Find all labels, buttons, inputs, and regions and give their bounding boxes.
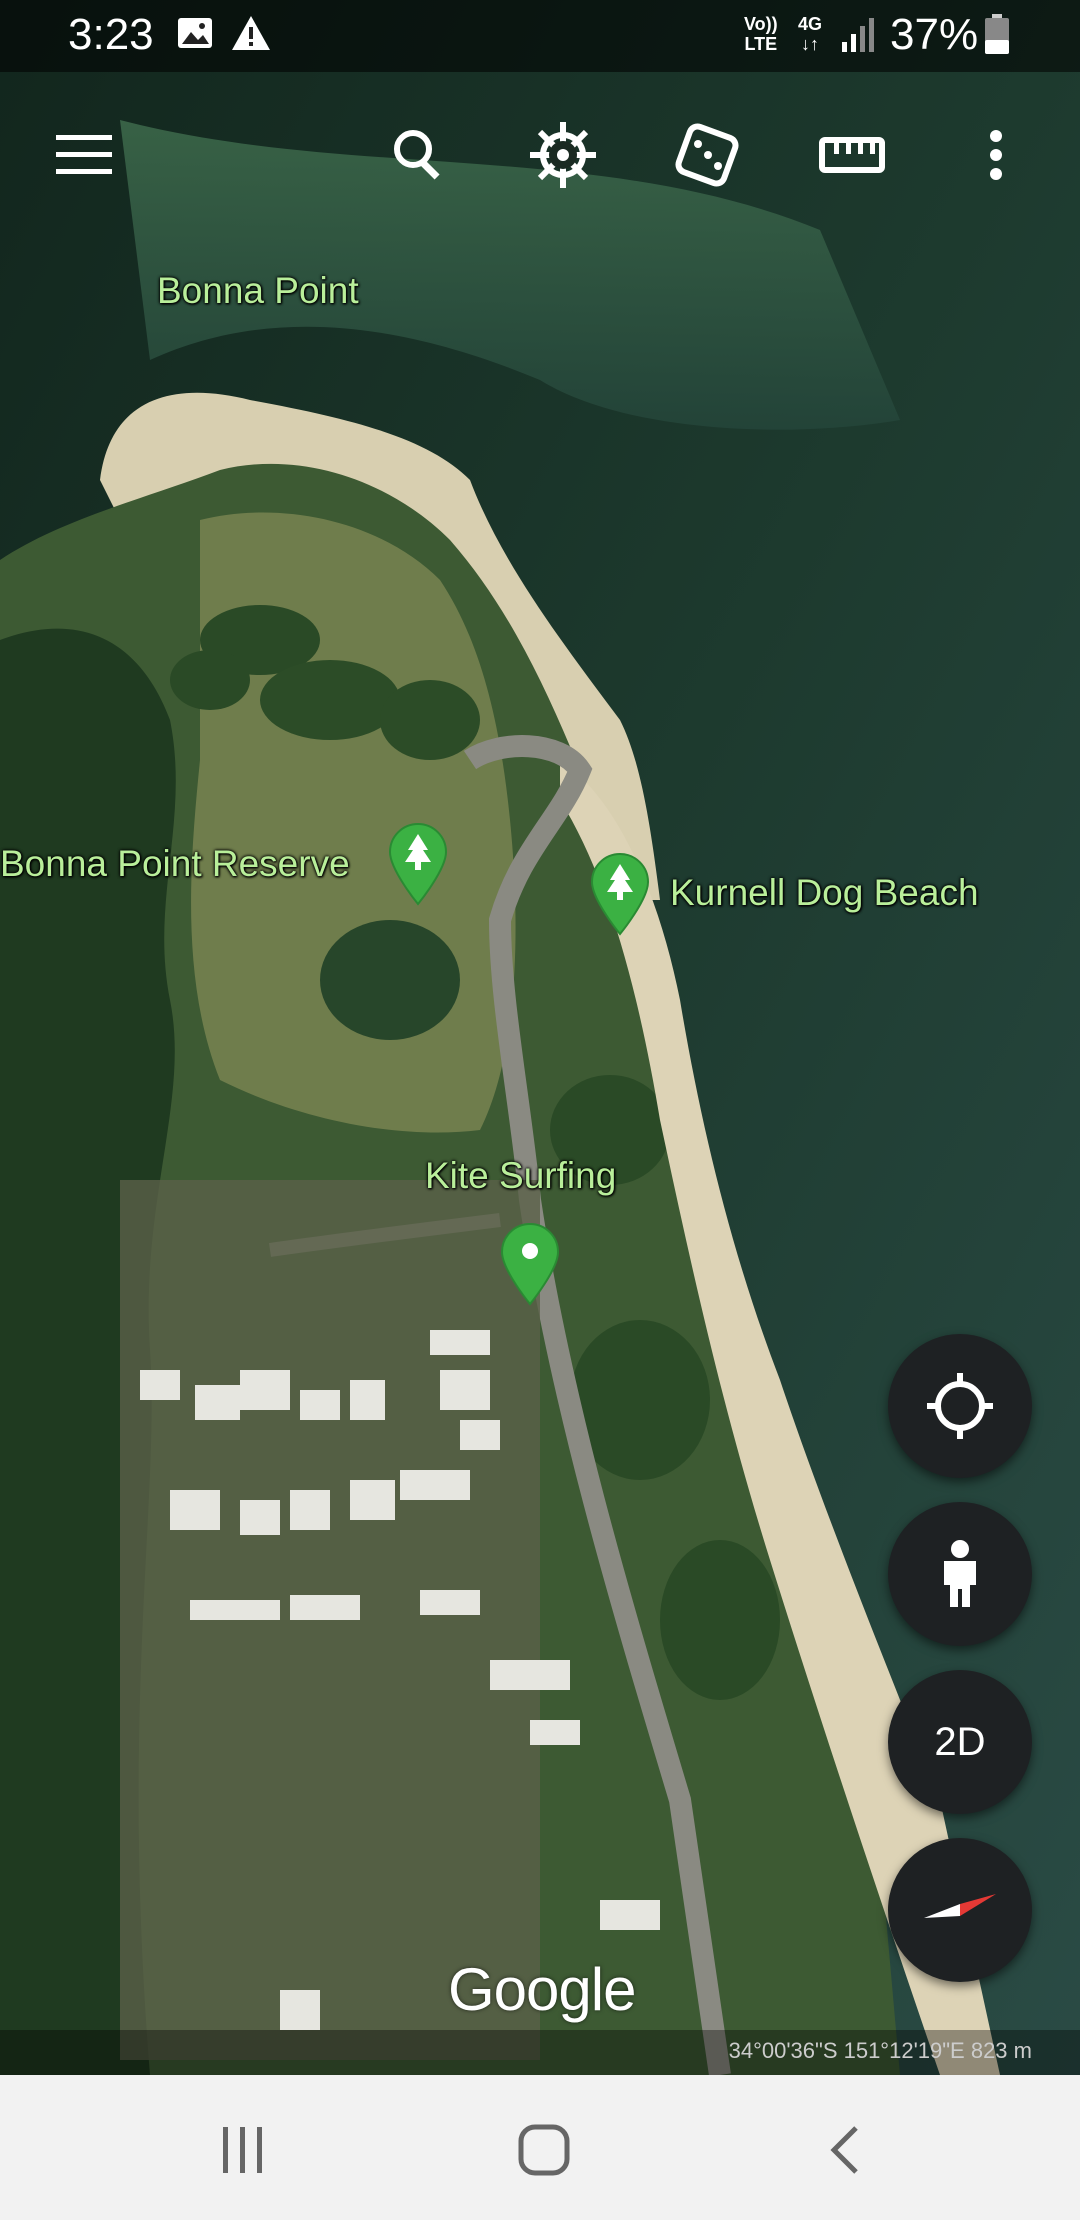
label-kite-surfing[interactable]: Kite Surfing bbox=[425, 1155, 616, 1197]
voyager-icon bbox=[530, 122, 596, 188]
volte-indicator: Vo)) LTE bbox=[744, 14, 778, 54]
warning-icon bbox=[230, 14, 272, 57]
label-bonna-point[interactable]: Bonna Point bbox=[157, 270, 359, 312]
recent-apps-icon bbox=[223, 2127, 262, 2173]
park-pin-bonna-point-reserve[interactable] bbox=[388, 822, 448, 911]
coordinates-bar: 34°00'36"S 151°12'19"E 823 m bbox=[0, 2030, 1080, 2075]
battery-percent: 37% bbox=[890, 10, 979, 59]
ruler-icon bbox=[819, 137, 885, 173]
menu-button[interactable] bbox=[29, 100, 139, 210]
label-kurnell-dog-beach[interactable]: Kurnell Dog Beach bbox=[670, 872, 979, 914]
coordinates-readout: 34°00'36"S 151°12'19"E 823 m bbox=[728, 2038, 1032, 2063]
back-icon bbox=[830, 2126, 858, 2174]
search-icon bbox=[394, 130, 440, 180]
label-bonna-point-reserve[interactable]: Bonna Point Reserve bbox=[0, 843, 350, 885]
menu-icon bbox=[56, 135, 112, 174]
system-nav-bar bbox=[0, 2075, 1080, 2220]
signal-icon bbox=[840, 14, 876, 59]
view-mode-label: 2D bbox=[934, 1719, 986, 1764]
top-toolbar bbox=[0, 100, 1080, 210]
park-pin-kurnell-dog-beach[interactable] bbox=[590, 852, 650, 941]
compass-icon bbox=[924, 1894, 996, 1918]
home-button[interactable] bbox=[499, 2115, 589, 2185]
voyager-button[interactable] bbox=[508, 100, 618, 210]
status-time: 3:23 bbox=[68, 10, 154, 59]
measure-button[interactable] bbox=[797, 100, 907, 210]
home-icon bbox=[518, 2124, 570, 2176]
status-bar: 3:23 Vo)) LTE 4G ↓↑ 37% bbox=[0, 0, 1080, 72]
feeling-lucky-button[interactable] bbox=[652, 100, 762, 210]
my-location-icon bbox=[927, 1373, 993, 1439]
network-type-indicator: 4G ↓↑ bbox=[798, 14, 823, 54]
more-icon bbox=[990, 130, 1002, 180]
battery-icon bbox=[984, 14, 1010, 61]
recent-apps-button[interactable] bbox=[198, 2115, 288, 2185]
back-button[interactable] bbox=[800, 2115, 890, 2185]
street-view-button[interactable] bbox=[888, 1502, 1032, 1646]
view-mode-toggle[interactable]: 2D bbox=[888, 1670, 1032, 1814]
compass-button[interactable] bbox=[888, 1838, 1032, 1982]
pegman-icon bbox=[944, 1540, 976, 1607]
search-button[interactable] bbox=[364, 100, 474, 210]
image-icon bbox=[176, 14, 214, 57]
my-location-button[interactable] bbox=[888, 1334, 1032, 1478]
google-attribution: Google bbox=[448, 1956, 636, 2023]
more-options-button[interactable] bbox=[941, 100, 1051, 210]
place-pin-kite-surfing[interactable] bbox=[500, 1222, 560, 1311]
dice-icon bbox=[675, 123, 739, 187]
